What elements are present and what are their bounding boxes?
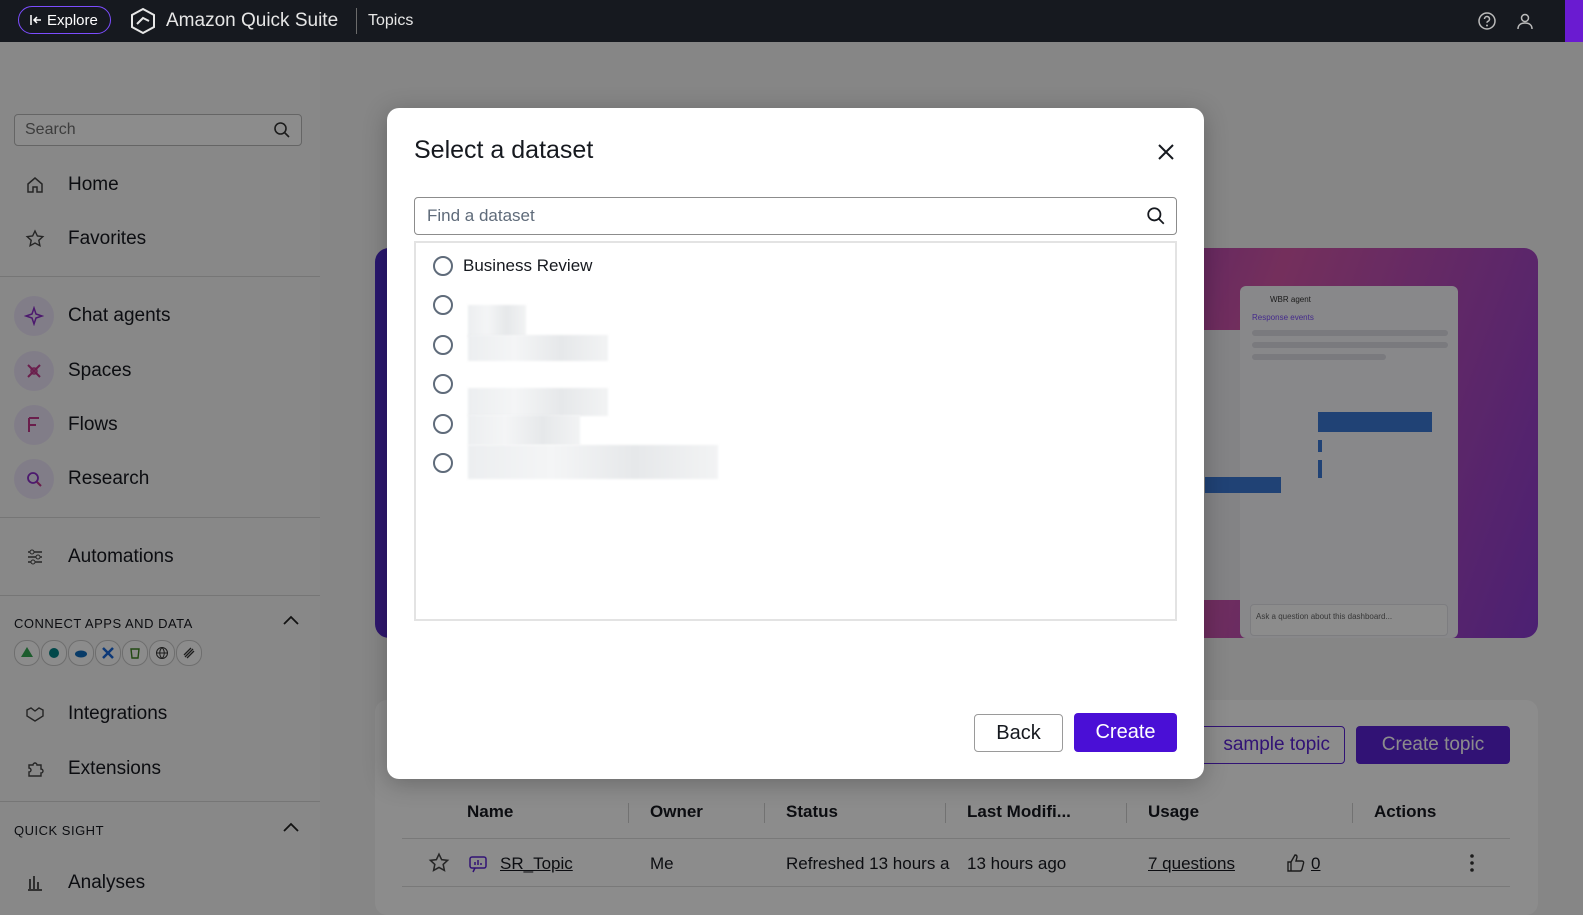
- topbar-divider: [356, 8, 357, 34]
- topbar-icons: [1477, 11, 1535, 31]
- create-button[interactable]: Create: [1074, 713, 1177, 752]
- modal-title: Select a dataset: [414, 136, 594, 164]
- back-button[interactable]: Back: [974, 714, 1063, 752]
- list-item[interactable]: Business Review: [433, 253, 592, 279]
- dataset-radio[interactable]: [433, 295, 453, 315]
- avatar[interactable]: [1565, 0, 1583, 42]
- redacted-dataset-name: [468, 415, 580, 445]
- list-item[interactable]: [433, 292, 453, 318]
- dataset-radio[interactable]: [433, 335, 453, 355]
- redacted-dataset-name: [468, 305, 526, 337]
- brand-name: Amazon Quick Suite: [166, 10, 339, 31]
- select-dataset-modal: Select a dataset Business Review: [387, 108, 1204, 779]
- dataset-radio[interactable]: [433, 256, 453, 276]
- redacted-dataset-name: [468, 445, 718, 479]
- explore-button[interactable]: Explore: [18, 6, 111, 34]
- explore-label: Explore: [47, 11, 98, 29]
- dataset-radio[interactable]: [433, 414, 453, 434]
- help-icon[interactable]: [1477, 11, 1497, 31]
- dataset-search-input[interactable]: [425, 205, 1146, 227]
- close-icon: [1158, 144, 1174, 160]
- breadcrumb-topics[interactable]: Topics: [368, 12, 413, 30]
- dataset-search-field[interactable]: [414, 197, 1177, 235]
- list-item[interactable]: [433, 332, 453, 358]
- close-button[interactable]: [1154, 140, 1178, 164]
- list-item[interactable]: [433, 371, 453, 397]
- dataset-list: Business Review: [414, 241, 1177, 621]
- top-bar: Explore Amazon Quick Suite Topics: [0, 0, 1583, 42]
- redacted-dataset-name: [468, 335, 608, 361]
- quick-suite-logo-icon: [131, 7, 155, 35]
- dataset-radio[interactable]: [433, 453, 453, 473]
- dataset-radio[interactable]: [433, 374, 453, 394]
- list-item[interactable]: [433, 411, 453, 437]
- list-item[interactable]: [433, 450, 453, 476]
- dataset-name: Business Review: [463, 256, 593, 275]
- collapse-left-icon: [30, 15, 41, 25]
- brand[interactable]: Amazon Quick Suite: [130, 7, 338, 35]
- user-icon[interactable]: [1515, 11, 1535, 31]
- redacted-dataset-name: [468, 388, 608, 416]
- search-icon: [1147, 207, 1165, 225]
